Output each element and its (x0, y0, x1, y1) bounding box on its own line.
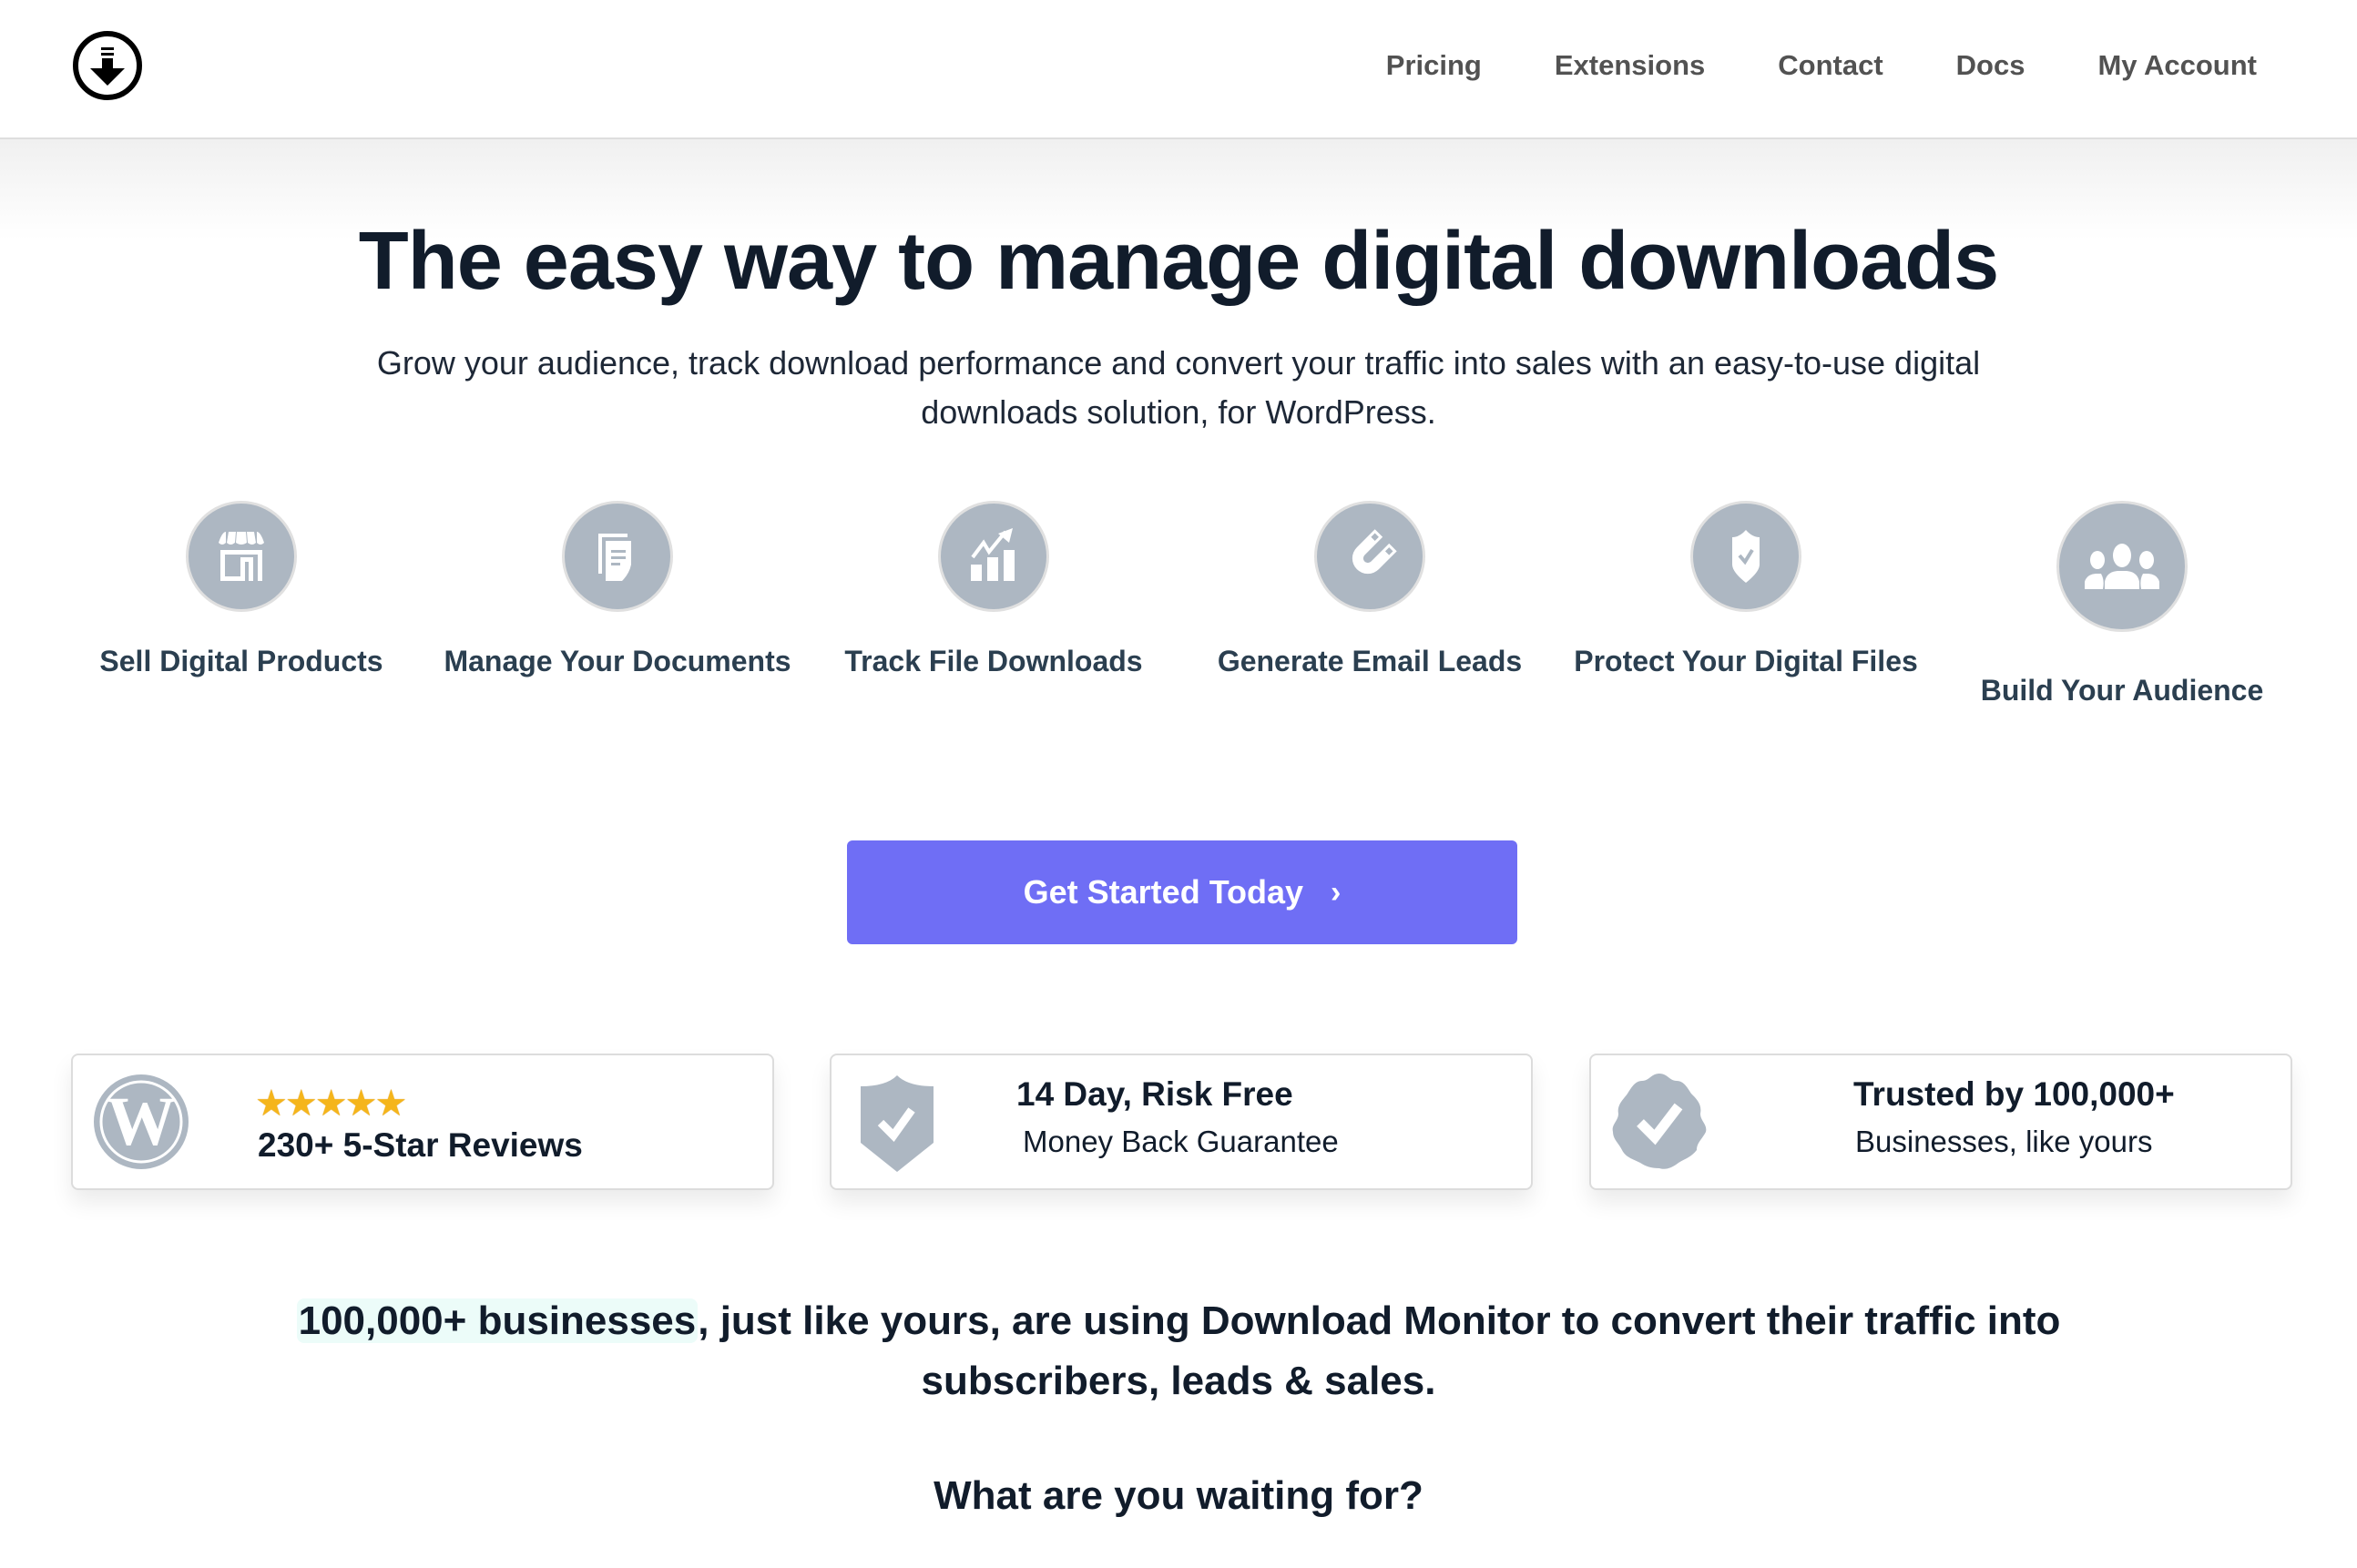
social-proof-text: 100,000+ businesses, just like yours, ar… (273, 1291, 2084, 1411)
feature-label: Track File Downloads (844, 645, 1143, 677)
guarantee-subtitle: Money Back Guarantee (1023, 1125, 1339, 1158)
feature-sell-digital-products: Sell Digital Products (55, 501, 428, 683)
reviews-card: W ★★★★★ 230+ 5-Star Reviews (71, 1054, 774, 1190)
documents-icon (562, 501, 673, 612)
svg-text:W: W (107, 1084, 176, 1160)
get-started-label: Get Started Today (1023, 873, 1304, 911)
nav-contact[interactable]: Contact (1778, 44, 1883, 87)
storefront-icon (186, 501, 297, 612)
page-title: The easy way to manage digital downloads (358, 216, 1999, 307)
feature-label: Generate Email Leads (1217, 645, 1523, 677)
shield-check-icon (861, 1075, 934, 1172)
feature-label: Build Your Audience (1980, 674, 2264, 707)
trusted-title: Trusted by 100,000+ (1853, 1075, 2175, 1113)
main-nav: Pricing Extensions Contact Docs My Accou… (1313, 44, 2257, 87)
shield-check-icon (1690, 501, 1801, 612)
highlighted-count: 100,000+ businesses (296, 1298, 699, 1343)
users-group-icon (2056, 501, 2188, 632)
trusted-subtitle: Businesses, like yours (1855, 1125, 2153, 1158)
reviews-title: 230+ 5-Star Reviews (258, 1126, 583, 1164)
features-row: Sell Digital Products Manage Your Docume… (55, 501, 2302, 774)
wordpress-icon: W (94, 1074, 189, 1169)
nav-extensions[interactable]: Extensions (1555, 44, 1705, 87)
feature-label: Manage Your Documents (444, 645, 791, 677)
feature-label: Protect Your Digital Files (1574, 645, 1918, 677)
call-to-action-question: What are you waiting for? (934, 1473, 1423, 1518)
download-circle-icon[interactable] (71, 29, 144, 102)
guarantee-card: 14 Day, Risk Free Money Back Guarantee (830, 1054, 1533, 1190)
social-proof-rest: , just like yours, are using Download Mo… (698, 1298, 2061, 1403)
hero-subtitle: Grow your audience, track download perfo… (376, 344, 1981, 431)
feature-build-audience: Build Your Audience (1935, 501, 2309, 712)
nav-docs[interactable]: Docs (1956, 44, 2025, 87)
nav-my-account[interactable]: My Account (2097, 44, 2257, 87)
chart-growth-icon (938, 501, 1049, 612)
magnet-icon (1314, 501, 1425, 612)
guarantee-title: 14 Day, Risk Free (1016, 1075, 1293, 1113)
five-star-rating: ★★★★★ (255, 1084, 407, 1124)
feature-label: Sell Digital Products (99, 645, 383, 677)
chevron-right-icon: › (1331, 874, 1342, 910)
site-header: Pricing Extensions Contact Docs My Accou… (0, 0, 2357, 139)
feature-generate-email-leads: Generate Email Leads (1183, 501, 1556, 683)
nav-pricing[interactable]: Pricing (1386, 44, 1482, 87)
get-started-button[interactable]: Get Started Today › (847, 840, 1517, 944)
feature-manage-documents: Manage Your Documents (431, 501, 804, 683)
feature-track-file-downloads: Track File Downloads (807, 501, 1180, 683)
feature-protect-digital-files: Protect Your Digital Files (1559, 501, 1933, 683)
verified-badge-icon (1612, 1074, 1707, 1169)
trusted-card: Trusted by 100,000+ Businesses, like you… (1589, 1054, 2292, 1190)
